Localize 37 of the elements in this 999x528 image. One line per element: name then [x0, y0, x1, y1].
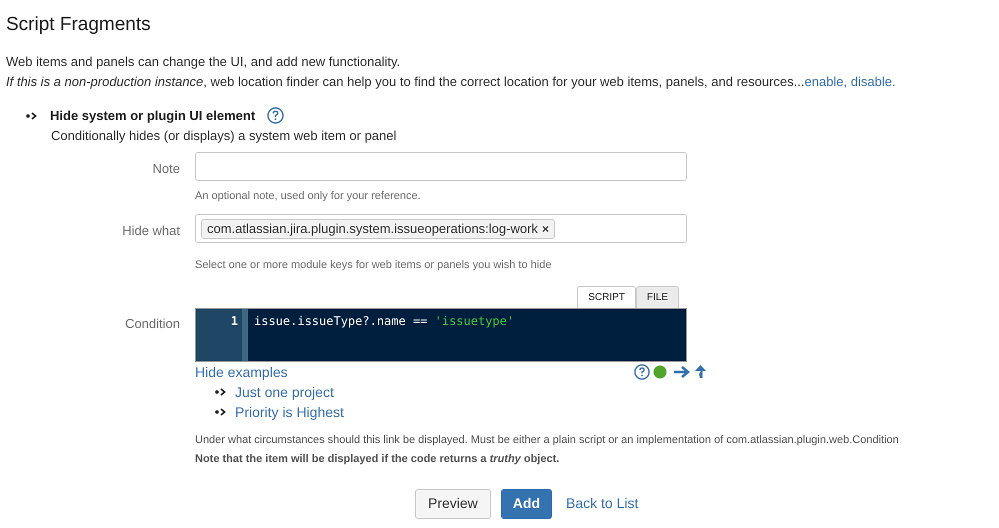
help-note: Note that the item will be displayed if the code returns a truthy object.	[195, 452, 560, 466]
action-button[interactable]: Add	[500, 488, 552, 518]
note-field[interactable]	[195, 152, 687, 180]
bullet-arrow-icon	[215, 388, 227, 396]
field-label: Hide what	[121, 222, 180, 240]
arrow-right-icon[interactable]	[673, 364, 691, 378]
field-label: Note	[152, 160, 180, 178]
line-number: 1	[230, 312, 238, 330]
remove-tag-button[interactable]: ×	[542, 220, 549, 238]
help-text: Select one or more module keys for web items or panels you wish to hide	[195, 258, 552, 273]
editor-tab[interactable]: SCRIPT	[577, 286, 636, 308]
enable-link[interactable]: enable,	[804, 74, 848, 89]
example-link[interactable]: Priority is Highest	[235, 402, 344, 422]
help-text: An optional note, used only for your reference.	[195, 188, 422, 204]
help-text: Under what circumstances should this link be displayed. Must be either a plain script or an implementation of com.atlassian.plugin.web.Condition	[195, 432, 899, 448]
back-link[interactable]: Back to List	[562, 488, 642, 518]
enable-link[interactable]: disable.	[850, 74, 896, 89]
fragment-title: Hide system or plugin UI element	[50, 107, 256, 125]
page-title: Script Fragments	[6, 13, 152, 37]
help-icon[interactable]	[634, 364, 650, 380]
field-label: Condition	[124, 314, 180, 332]
intro-text: Web items and panels can change the UI, and add new functionality.	[6, 53, 402, 71]
code-editor[interactable]: 1 issue.issueType?.name == 'issuetype'	[195, 308, 687, 362]
fragment-description: Conditionally hides (or displays) a system web item or panel	[51, 126, 398, 145]
action-button[interactable]: Preview	[415, 488, 491, 518]
bullet-arrow-icon	[215, 408, 227, 416]
status-dot-icon	[653, 364, 667, 378]
module-tag: com.atlassian.jira.plugin.system.issueoperations:log-work ×	[201, 218, 555, 238]
arrow-up-icon[interactable]	[694, 364, 707, 379]
hide-examples-link[interactable]: Hide examples	[195, 362, 288, 382]
intro-text: If this is a non-production instance, web location finder can help you to find the correct location for your web items, panels, and resources...enable, disable.	[6, 73, 897, 91]
editor-tab[interactable]: FILE	[636, 286, 679, 308]
help-icon[interactable]	[267, 107, 284, 124]
code-line: issue.issueType?.name == 'issuetype'	[254, 312, 514, 330]
hide-what-field[interactable]: com.atlassian.jira.plugin.system.issueoperations:log-work ×	[195, 214, 687, 243]
example-link[interactable]: Just one project	[235, 382, 334, 402]
bullet-arrow-icon	[26, 112, 38, 120]
